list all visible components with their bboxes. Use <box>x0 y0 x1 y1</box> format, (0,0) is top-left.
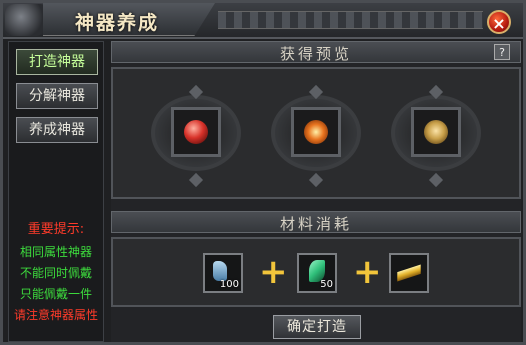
material-slot-1[interactable]: 100 <box>203 253 243 293</box>
confirm-forge-button[interactable]: 确定打造 <box>273 315 361 339</box>
sidebar-item-forge[interactable]: 打造神器 <box>16 49 98 75</box>
window-title: 神器养成 <box>75 12 160 34</box>
tip-line-1: 相同属性神器 <box>19 245 92 259</box>
title-ornament <box>218 11 483 29</box>
preview-slot-3[interactable] <box>411 107 461 157</box>
gold-ring-artifact-icon <box>424 120 448 144</box>
materials-header-label: 材料消耗 <box>279 215 352 233</box>
tips-title: 重要提示: <box>27 222 85 237</box>
tip-line-2: 不能同时佩戴 <box>19 266 92 280</box>
help-button[interactable]: ? <box>494 44 510 60</box>
tip-line-3: 只能佩戴一件 <box>19 287 92 301</box>
preview-slot-2[interactable] <box>291 107 341 157</box>
sidebar-item-cultivate[interactable]: 养成神器 <box>16 117 98 143</box>
materials-header: 材料消耗 <box>111 211 521 233</box>
material-count-2: 50 <box>320 279 333 290</box>
material-slot-2[interactable]: 50 <box>297 253 337 293</box>
close-button[interactable]: × <box>487 10 511 34</box>
tip-line-4: 请注意神器属性 <box>13 308 98 322</box>
orange-gear-artifact-icon <box>304 120 328 144</box>
material-count-1: 100 <box>219 279 239 290</box>
gold-bar-icon <box>397 264 421 282</box>
main-panel: 获得预览 ? 材料消耗 100 + 50 + 确定打造 <box>111 41 521 342</box>
sidebar: 打造神器 分解神器 养成神器 重要提示: 相同属性神器 不能同时佩戴 只能佩戴一… <box>8 41 104 342</box>
preview-panel <box>111 67 521 199</box>
material-slot-3[interactable] <box>389 253 429 293</box>
preview-slot-1[interactable] <box>171 107 221 157</box>
ornament-diamond <box>308 172 324 188</box>
preview-header: 获得预览 ? <box>111 41 521 63</box>
red-crystal-artifact-icon <box>184 120 208 144</box>
materials-panel: 100 + 50 + <box>111 237 521 307</box>
ornament-diamond <box>188 172 204 188</box>
dragon-emblem-icon <box>5 4 45 36</box>
title-bar[interactable]: 神器养成 × <box>3 3 523 39</box>
plus-sign-1: + <box>259 252 288 292</box>
artifact-window: 神器养成 × 打造神器 分解神器 养成神器 重要提示: 相同属性神器 不能同时佩… <box>0 0 526 345</box>
sidebar-item-decompose[interactable]: 分解神器 <box>16 83 98 109</box>
preview-header-label: 获得预览 <box>279 45 352 63</box>
plus-sign-2: + <box>353 252 382 292</box>
blue-ore-icon <box>213 261 227 281</box>
ornament-diamond <box>428 172 444 188</box>
